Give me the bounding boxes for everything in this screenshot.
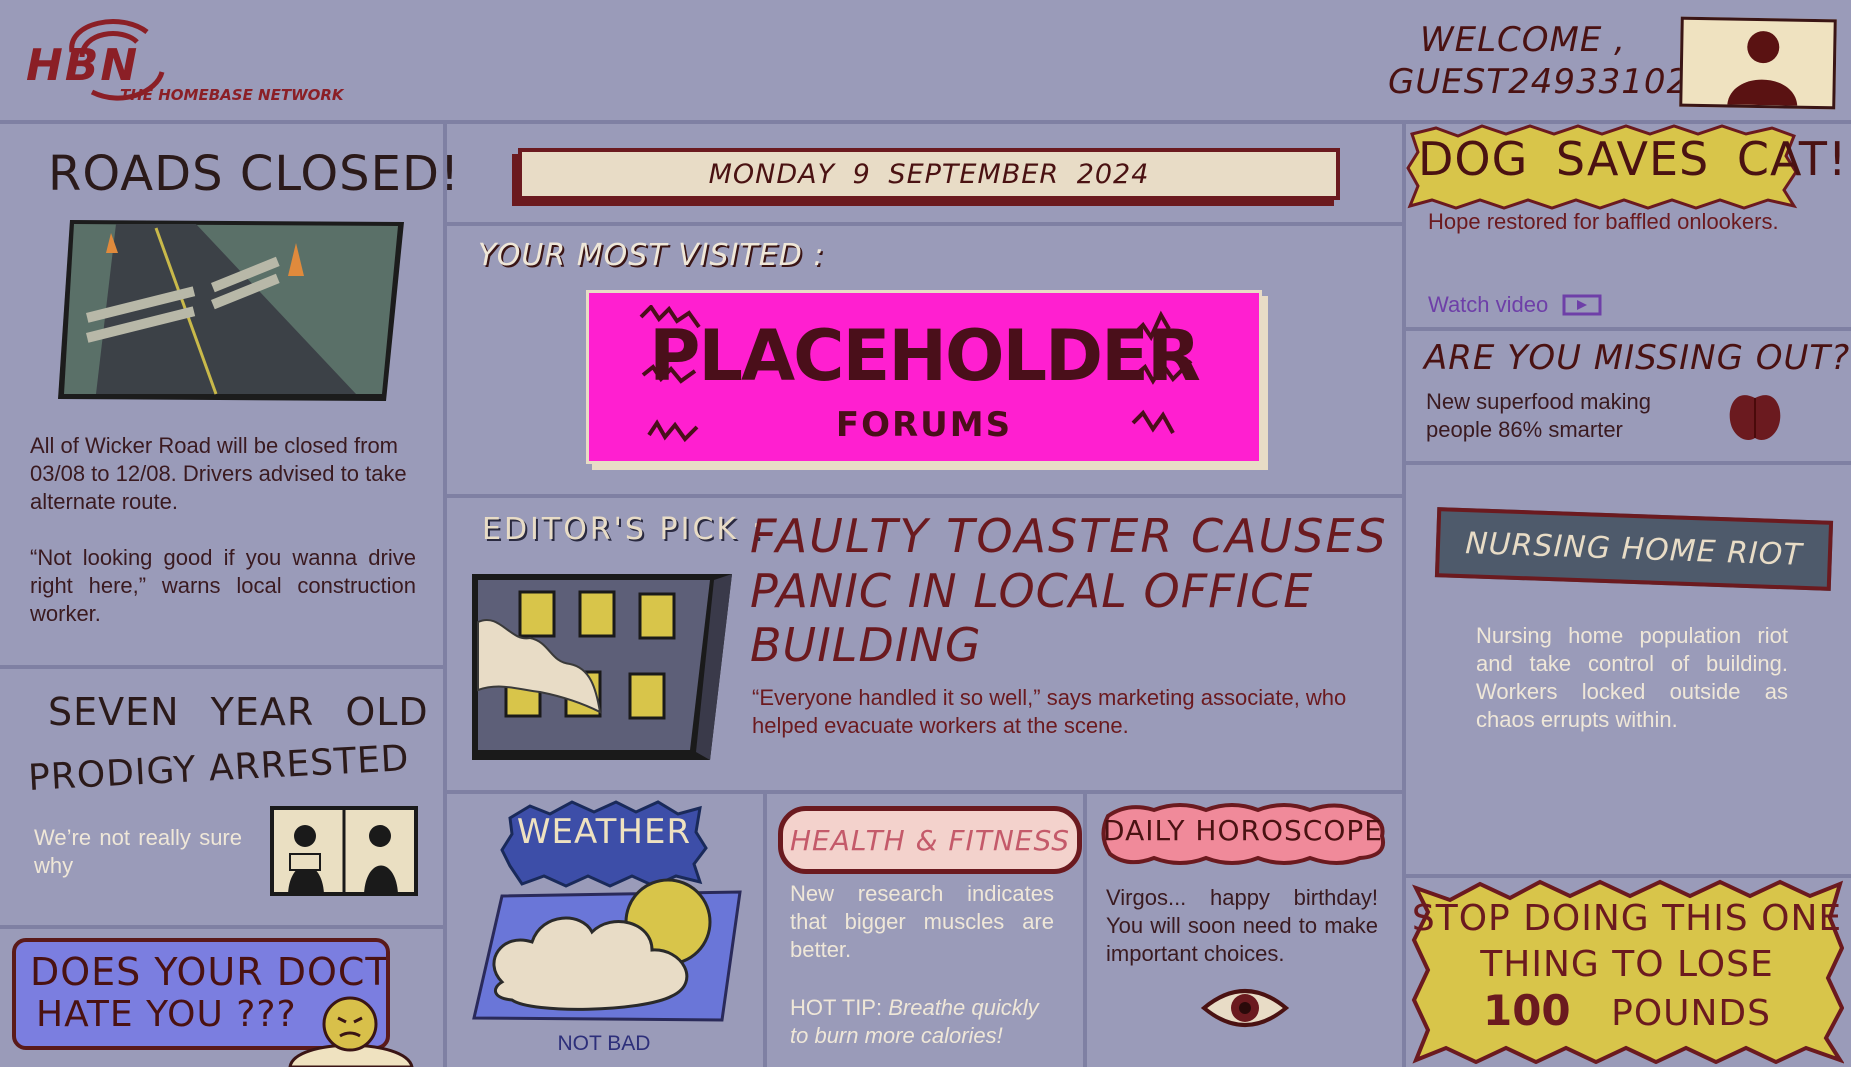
center-bottom-divider-1: [763, 792, 767, 1067]
roads-body-1: All of Wicker Road will be closed from 0…: [30, 433, 407, 514]
headline-line-3: BUILDING: [750, 618, 982, 672]
dog-saves-cat-title: DOG SAVES CAT!: [1418, 132, 1848, 186]
user-avatar[interactable]: [1679, 16, 1837, 110]
lose-line-3: 100 POUNDS: [1410, 986, 1844, 1035]
health-body: New research indicates that bigger muscl…: [790, 881, 1054, 962]
office-fire-image[interactable]: [470, 572, 738, 762]
center-divider-1: [445, 222, 1403, 226]
missing-out-title[interactable]: ARE YOU MISSING OUT?: [1424, 338, 1850, 378]
right-divider-1: [1404, 327, 1851, 331]
nursing-riot-badge[interactable]: NURSING HOME RIOT: [1434, 507, 1834, 591]
lose-line-2: THING TO LOSE: [1480, 944, 1774, 985]
play-video-icon: [1562, 294, 1602, 316]
editors-pick-label: EDITOR'S PICK :: [482, 512, 765, 547]
prodigy-title-1[interactable]: SEVEN YEAR OLD: [48, 690, 429, 734]
doctor-ad-line-1: DOES YOUR DOCTOR: [30, 950, 390, 994]
headline-line-2: PANIC IN LOCAL OFFICE: [750, 564, 1314, 618]
missing-out-body: New superfood making people 86% smarter: [1426, 389, 1652, 442]
eye-icon: [1200, 989, 1290, 1027]
health-tip-label: HOT TIP:: [790, 995, 883, 1020]
center-bottom-divider-2: [1083, 792, 1087, 1067]
roads-title[interactable]: ROADS CLOSED!: [48, 146, 460, 202]
left-divider-2: [0, 925, 445, 929]
roads-body-2: “Not looking good if you wanna drive rig…: [30, 545, 416, 626]
left-divider-1: [0, 665, 445, 669]
headline-line-1: FAULTY TOASTER CAUSES: [750, 509, 1388, 563]
superfood-icon: [1729, 395, 1781, 440]
right-column-divider: [1402, 122, 1406, 1067]
placeholder-forums-card[interactable]: PLACEHOLDER FORUMS: [586, 290, 1262, 464]
editors-pick-headline[interactable]: FAULTY TOASTER CAUSES PANIC IN LOCAL OFF…: [750, 508, 1390, 672]
horoscope-body: Virgos... happy birthday! You will soon …: [1106, 885, 1378, 966]
editors-pick-body: “Everyone handled it so well,” says mark…: [752, 685, 1347, 738]
horoscope-title: DAILY HOROSCOPE: [1103, 814, 1383, 847]
placeholder-card-title: PLACEHOLDER: [649, 315, 1201, 397]
weather-cloud-icon: [472, 878, 742, 1022]
welcome-line-1: WELCOME ,: [1420, 20, 1626, 60]
lose-number: 100: [1482, 986, 1571, 1035]
watch-video-link[interactable]: Watch video: [1428, 292, 1602, 318]
nursing-riot-body: Nursing home population riot and take co…: [1476, 623, 1788, 732]
road-closure-image[interactable]: [56, 218, 406, 403]
lose-line-1: STOP DOING THIS ONE: [1411, 898, 1843, 939]
health-badge[interactable]: HEALTH & FITNESS: [778, 806, 1082, 874]
doctor-ad-line-2: HATE YOU ???: [36, 994, 297, 1035]
weather-caption: NOT BAD: [557, 1032, 651, 1055]
center-divider-2: [445, 494, 1403, 498]
user-silhouette-icon: [1727, 31, 1798, 106]
lose-word: POUNDS: [1611, 993, 1772, 1034]
mugshot-image[interactable]: [270, 806, 418, 896]
watch-video-label: Watch video: [1428, 292, 1549, 317]
health-tip: HOT TIP: Breathe quickly to burn more ca…: [790, 994, 1060, 1050]
nursing-riot-title: NURSING HOME RIOT: [1464, 525, 1804, 573]
site-logo[interactable]: HBN THE HOMEBASE NETWORK: [22, 12, 372, 112]
center-divider-3: [445, 790, 1403, 794]
health-title: HEALTH & FITNESS: [789, 823, 1071, 857]
weather-title: WEATHER: [516, 812, 692, 852]
prodigy-body: We’re not really sure why: [34, 825, 242, 878]
logo-letters: HBN: [26, 40, 140, 91]
welcome-username: GUEST249331020: [1388, 62, 1712, 102]
logo-tagline: THE HOMEBASE NETWORK: [120, 86, 344, 104]
most-visited-label: YOUR MOST VISITED :: [478, 238, 825, 273]
right-divider-2: [1404, 461, 1851, 465]
prodigy-title-2[interactable]: PRODIGY ARRESTED: [27, 738, 410, 799]
dog-body: Hope restored for baffled onlookers.: [1428, 209, 1779, 234]
date-banner: MONDAY 9 SEPTEMBER 2024: [518, 148, 1340, 200]
placeholder-card-subtitle: FORUMS: [835, 405, 1013, 445]
doctor-figure-icon: [288, 996, 414, 1067]
date-text: MONDAY 9 SEPTEMBER 2024: [708, 158, 1150, 190]
